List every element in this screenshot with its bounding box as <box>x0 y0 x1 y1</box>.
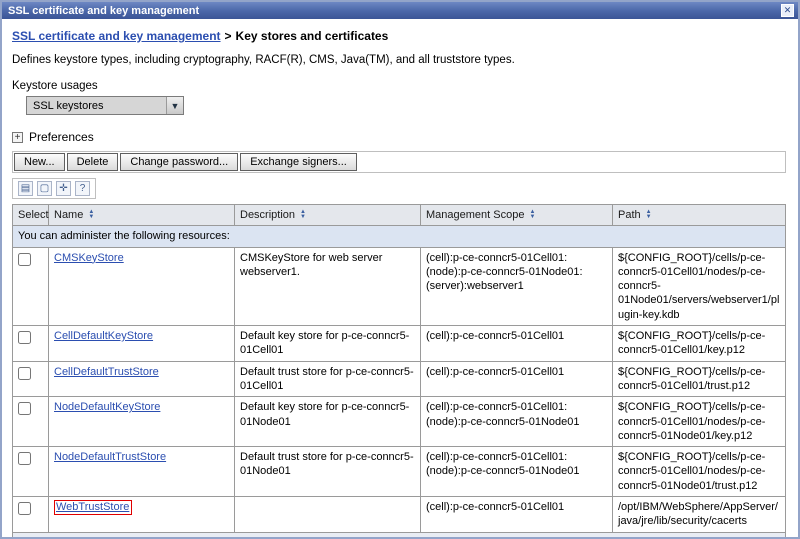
keystore-link[interactable]: NodeDefaultKeyStore <box>54 401 160 413</box>
table-icon-toolbar: ▤ ▢ ✛ ? <box>12 178 96 199</box>
ssl-management-window: SSL certificate and key management ✕ SSL… <box>0 0 800 539</box>
row-select-cell <box>13 447 49 497</box>
keystore-description: Default trust store for p-ce-conncr5-01N… <box>235 447 421 497</box>
row-select-cell <box>13 361 49 397</box>
keystores-table: Select Name▲▼ Description▲▼ Management S… <box>12 204 786 539</box>
keystore-link[interactable]: CellDefaultTrustStore <box>54 366 159 378</box>
keystore-link[interactable]: CellDefaultKeyStore <box>54 330 153 342</box>
help-icon[interactable]: ? <box>75 181 90 196</box>
admin-note: You can administer the following resourc… <box>13 226 786 247</box>
page-description: Defines keystore types, including crypto… <box>12 54 786 66</box>
keystore-path: ${CONFIG_ROOT}/cells/p-ce-conncr5-01Cell… <box>613 361 786 397</box>
keystore-path: ${CONFIG_ROOT}/cells/p-ce-conncr5-01Cell… <box>613 247 786 325</box>
keystore-link[interactable]: NodeDefaultTrustStore <box>54 451 166 463</box>
expand-preferences-icon[interactable]: + <box>12 132 23 143</box>
keystore-scope: (cell):p-ce-conncr5-01Cell01 <box>421 361 613 397</box>
keystore-usages-label: Keystore usages <box>12 80 786 92</box>
exchange-signers-button[interactable]: Exchange signers... <box>240 153 357 171</box>
row-select-cell <box>13 247 49 325</box>
table-row: WebTrustStore (cell):p-ce-conncr5-01Cell… <box>13 497 786 533</box>
row-checkbox[interactable] <box>18 452 31 465</box>
column-header-description: Description▲▼ <box>235 205 421 226</box>
row-checkbox[interactable] <box>18 367 31 380</box>
table-row: NodeDefaultTrustStore Default trust stor… <box>13 447 786 497</box>
total-count: Total 6 <box>13 532 786 539</box>
keystore-path: ${CONFIG_ROOT}/cells/p-ce-conncr5-01Cell… <box>613 326 786 362</box>
page-content: SSL certificate and key management > Key s… <box>2 19 798 539</box>
new-button[interactable]: New... <box>14 153 65 171</box>
breadcrumb-current: Key stores and certificates <box>236 29 389 43</box>
column-header-name: Name▲▼ <box>49 205 235 226</box>
keystore-description: Default key store for p-ce-conncr5-01Cel… <box>235 326 421 362</box>
preferences-label: Preferences <box>29 130 94 144</box>
keystore-usages-select[interactable]: SSL keystores ▼ <box>26 96 184 115</box>
row-checkbox[interactable] <box>18 502 31 515</box>
keystore-path: ${CONFIG_ROOT}/cells/p-ce-conncr5-01Cell… <box>613 447 786 497</box>
breadcrumb: SSL certificate and key management > Key s… <box>12 29 786 43</box>
row-checkbox[interactable] <box>18 253 31 266</box>
sort-icon[interactable]: ▲▼ <box>88 210 94 220</box>
sort-icon[interactable]: ▲▼ <box>646 210 652 220</box>
column-header-path: Path▲▼ <box>613 205 786 226</box>
row-checkbox[interactable] <box>18 331 31 344</box>
keystore-scope: (cell):p-ce-conncr5-01Cell01 <box>421 326 613 362</box>
keystore-scope: (cell):p-ce-conncr5-01Cell01:(node):p-ce… <box>421 247 613 325</box>
breadcrumb-separator: > <box>225 29 232 43</box>
table-header-row: Select Name▲▼ Description▲▼ Management S… <box>13 205 786 226</box>
table-row: NodeDefaultKeyStore Default key store fo… <box>13 397 786 447</box>
keystore-description <box>235 497 421 533</box>
row-select-cell <box>13 326 49 362</box>
expand-collapse-icon[interactable]: ✛ <box>56 181 71 196</box>
keystore-usages-value: SSL keystores <box>33 100 104 112</box>
keystore-description: Default key store for p-ce-conncr5-01Nod… <box>235 397 421 447</box>
row-select-cell <box>13 397 49 447</box>
window-title: SSL certificate and key management <box>8 5 781 17</box>
keystore-description: Default trust store for p-ce-conncr5-01C… <box>235 361 421 397</box>
select-all-icon[interactable]: ▤ <box>18 181 33 196</box>
window-titlebar: SSL certificate and key management ✕ <box>2 2 798 19</box>
close-icon[interactable]: ✕ <box>781 4 794 17</box>
keystore-link[interactable]: CMSKeyStore <box>54 252 124 264</box>
keystore-path: ${CONFIG_ROOT}/cells/p-ce-conncr5-01Cell… <box>613 397 786 447</box>
keystore-description: CMSKeyStore for web server webserver1. <box>235 247 421 325</box>
preferences-section: + Preferences <box>12 130 786 144</box>
admin-note-row: You can administer the following resourc… <box>13 226 786 247</box>
sort-icon[interactable]: ▲▼ <box>529 210 535 220</box>
delete-button[interactable]: Delete <box>67 153 119 171</box>
column-header-management-scope: Management Scope▲▼ <box>421 205 613 226</box>
keystore-scope: (cell):p-ce-conncr5-01Cell01 <box>421 497 613 533</box>
table-row: CMSKeyStore CMSKeyStore for web server w… <box>13 247 786 325</box>
deselect-all-icon[interactable]: ▢ <box>37 181 52 196</box>
change-password-button[interactable]: Change password... <box>120 153 238 171</box>
column-header-select: Select <box>13 205 49 226</box>
keystore-scope: (cell):p-ce-conncr5-01Cell01:(node):p-ce… <box>421 447 613 497</box>
action-button-bar: New... Delete Change password... Exchang… <box>12 151 786 173</box>
row-select-cell <box>13 497 49 533</box>
row-checkbox[interactable] <box>18 402 31 415</box>
keystore-link-webtruststore-highlighted[interactable]: WebTrustStore <box>54 500 132 515</box>
table-footer-row: Total 6 <box>13 532 786 539</box>
table-row: CellDefaultTrustStore Default trust stor… <box>13 361 786 397</box>
sort-icon[interactable]: ▲▼ <box>300 210 306 220</box>
chevron-down-icon: ▼ <box>166 97 183 114</box>
keystore-path: /opt/IBM/WebSphere/AppServer/java/jre/li… <box>613 497 786 533</box>
keystore-scope: (cell):p-ce-conncr5-01Cell01:(node):p-ce… <box>421 397 613 447</box>
breadcrumb-link-ssl-management[interactable]: SSL certificate and key management <box>12 29 221 43</box>
table-row: CellDefaultKeyStore Default key store fo… <box>13 326 786 362</box>
